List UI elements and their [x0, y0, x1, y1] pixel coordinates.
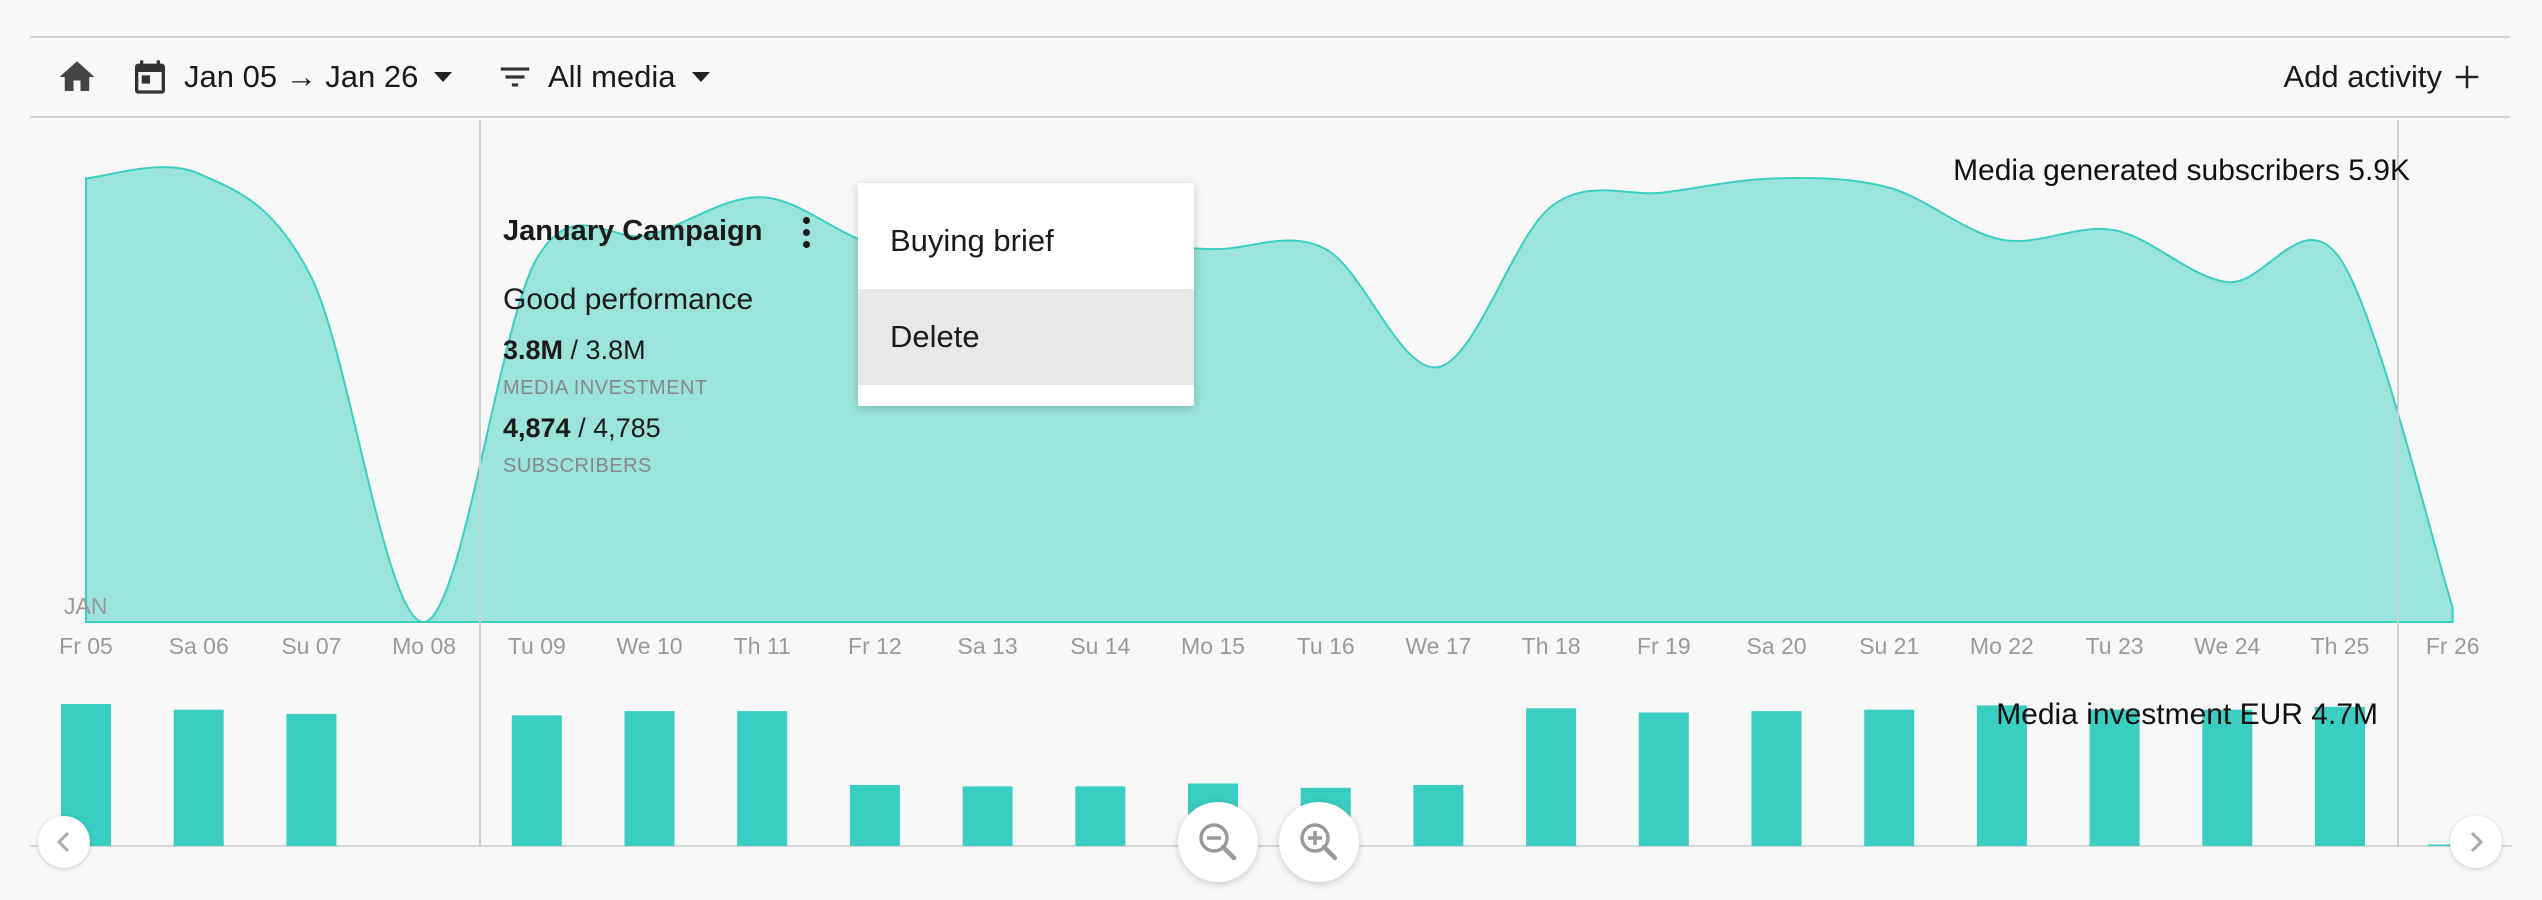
- investment-bar: [1638, 712, 1689, 846]
- chart: Fr 05 Sa 06 Su 07 Mo 08 Tu 09 We 10 Th 11 Fr 12…: [30, 120, 2512, 847]
- investment-bar: [1864, 709, 1915, 846]
- menu-item-buying-brief[interactable]: Buying brief: [858, 193, 1194, 289]
- scroll-left-button[interactable]: [38, 816, 90, 868]
- x-axis-label: Su 07: [281, 633, 341, 659]
- zoom-in-icon: [1300, 823, 1338, 861]
- investment-bar: [286, 713, 337, 846]
- investment-bar: [1751, 711, 1802, 846]
- x-axis-label: Sa 13: [958, 633, 1018, 659]
- campaign-card[interactable]: January Campaign Good performance 3.8M /…: [503, 215, 810, 505]
- investment-bar: [1075, 786, 1126, 846]
- subscribers-metric: 4,874 / 4,785: [503, 413, 661, 444]
- subscribers-target: / 4,785: [578, 413, 661, 443]
- subscribers-label: SUBSCRIBERS: [503, 455, 652, 477]
- menu-item-delete[interactable]: Delete: [858, 289, 1194, 385]
- campaign-status: Good performance: [503, 283, 754, 316]
- x-axis-label: Mo 15: [1181, 633, 1245, 659]
- investment-metric: 3.8M / 3.8M: [503, 335, 646, 366]
- x-axis-label: Fr 26: [2426, 633, 2480, 659]
- subscribers-actual: 4,874: [503, 413, 571, 443]
- x-axis-label: Su 14: [1070, 633, 1130, 659]
- investment-label: MEDIA INVESTMENT: [503, 377, 708, 399]
- x-axis-label: Tu 09: [508, 633, 566, 659]
- zoom-out-button[interactable]: [1178, 802, 1258, 882]
- investment-actual: 3.8M: [503, 335, 564, 365]
- investment-total-label: Media investment EUR 4.7M: [1996, 698, 2378, 731]
- subscribers-area: [85, 166, 2454, 624]
- investment-bar: [511, 715, 562, 846]
- month-label: JAN: [64, 593, 107, 619]
- chevron-right-icon: [2470, 831, 2484, 853]
- x-axis-label: We 10: [616, 633, 682, 659]
- scroll-right-button[interactable]: [2450, 816, 2502, 868]
- x-axis-label: Tu 16: [1297, 633, 1355, 659]
- x-axis-label: Th 11: [734, 633, 791, 659]
- campaign-title: January Campaign: [503, 215, 763, 247]
- investment-bar: [962, 786, 1013, 846]
- context-menu: Buying brief Delete: [858, 183, 1194, 406]
- x-axis-label: Tu 23: [2086, 633, 2144, 659]
- x-axis-label: Fr 19: [1637, 633, 1691, 659]
- x-axis-label: Fr 05: [59, 633, 113, 659]
- x-axis-label: Sa 06: [169, 633, 229, 659]
- zoom-out-icon: [1199, 823, 1237, 861]
- x-axis-label: Mo 22: [1970, 633, 2034, 659]
- x-axis-label: We 17: [1405, 633, 1471, 659]
- investment-bar: [1413, 784, 1464, 846]
- investment-bar: [1526, 708, 1577, 846]
- investment-bar: [173, 709, 224, 846]
- investment-bar: [849, 784, 900, 846]
- x-axis-label: Su 21: [1859, 633, 1919, 659]
- investment-target: / 3.8M: [570, 335, 646, 365]
- x-axis-labels: Fr 05 Sa 06 Su 07 Mo 08 Tu 09 We 10 Th 11 Fr 12…: [59, 633, 2479, 659]
- more-options-icon[interactable]: [800, 217, 812, 251]
- investment-bar: [737, 711, 788, 846]
- x-axis-label: Th 18: [1522, 633, 1581, 659]
- subscribers-total-label: Media generated subscribers 5.9K: [1953, 154, 2410, 187]
- x-axis-label: Sa 20: [1746, 633, 1806, 659]
- investment-bar: [624, 711, 675, 846]
- x-axis-label: Th 25: [2311, 633, 2370, 659]
- x-axis-label: Mo 08: [392, 633, 456, 659]
- x-axis-label: Fr 12: [848, 633, 902, 659]
- zoom-in-button[interactable]: [1279, 802, 1359, 882]
- x-axis-label: We 24: [2194, 633, 2260, 659]
- chevron-left-icon: [56, 831, 70, 853]
